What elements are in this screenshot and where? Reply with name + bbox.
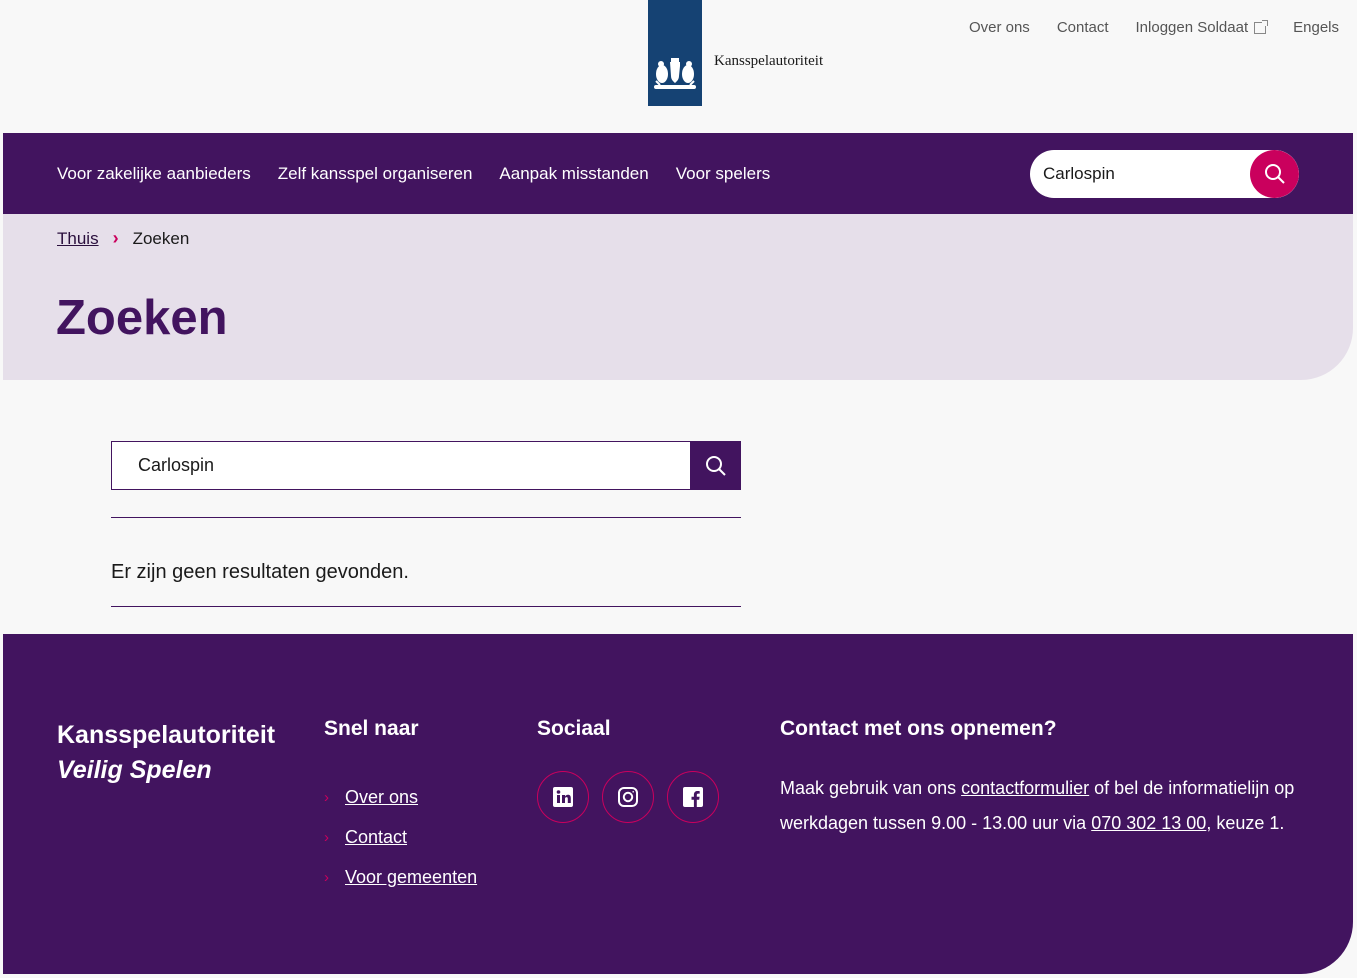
- service-link-inloggen-label: Inloggen Soldaat: [1135, 19, 1249, 36]
- linkedin-button[interactable]: [537, 771, 589, 823]
- nav-search-box: [1030, 150, 1299, 198]
- footer-social-title: Sociaal: [537, 717, 611, 740]
- coat-of-arms-icon: [654, 58, 696, 89]
- footer-link-item: › Contact: [324, 817, 477, 857]
- chevron-right-icon: ›: [324, 788, 329, 806]
- footer-link-contact[interactable]: Contact: [345, 827, 407, 848]
- service-navigation: Over ons Contact Inloggen Soldaat Engels: [969, 19, 1339, 36]
- nav-item-voor-spelers[interactable]: Voor spelers: [676, 164, 771, 184]
- main-navigation: Voor zakelijke aanbieders Zelf kansspel …: [3, 133, 1353, 214]
- footer-brand-name: Kansspelautoriteit: [57, 721, 276, 749]
- footer-brand-slogan: Veilig Spelen: [57, 756, 212, 784]
- contact-text-part-3: , keuze 1.: [1206, 812, 1285, 833]
- logo-wordmark[interactable]: Kansspelautoriteit: [714, 53, 823, 70]
- footer-link-item: › Over ons: [324, 777, 477, 817]
- phone-link[interactable]: 070 302 13 00: [1091, 813, 1206, 833]
- external-link-icon: [1254, 19, 1269, 34]
- nav-item-zakelijke-aanbieders[interactable]: Voor zakelijke aanbieders: [57, 164, 251, 184]
- facebook-icon: [683, 787, 703, 807]
- results-divider-top: [111, 517, 741, 518]
- service-link-over-ons[interactable]: Over ons: [969, 19, 1030, 36]
- contactformulier-link[interactable]: contactformulier: [961, 778, 1089, 798]
- nav-search-button[interactable]: [1250, 150, 1299, 198]
- breadcrumb-current: Zoeken: [132, 228, 190, 248]
- footer-contact-title: Contact met ons opnemen?: [780, 717, 1057, 740]
- footer-link-item: › Voor gemeenten: [324, 857, 477, 897]
- site-footer: Kansspelautoriteit Veilig Spelen Snel na…: [3, 634, 1353, 974]
- linkedin-icon: [553, 787, 573, 807]
- footer-quick-title: Snel naar: [324, 717, 419, 740]
- service-link-inloggen-soldaat[interactable]: Inloggen Soldaat: [1135, 19, 1269, 36]
- no-results-message: Er zijn geen resultaten gevonden.: [111, 561, 409, 583]
- nav-search-input[interactable]: [1030, 150, 1258, 198]
- top-header: Kansspelautoriteit Over ons Contact Inlo…: [0, 0, 1357, 133]
- rijksoverheid-logo[interactable]: [648, 0, 702, 106]
- nav-item-aanpak-misstanden[interactable]: Aanpak misstanden: [499, 164, 648, 184]
- search-submit-button[interactable]: [690, 441, 741, 490]
- page-title: Zoeken: [56, 291, 228, 345]
- results-divider-bottom: [111, 606, 741, 607]
- contact-text-part-1: Maak gebruik van ons: [780, 778, 962, 798]
- footer-brand: Kansspelautoriteit Veilig Spelen: [57, 718, 275, 788]
- page-hero: Thuis › Zoeken Zoeken: [3, 214, 1353, 380]
- nav-item-zelf-kansspel[interactable]: Zelf kansspel organiseren: [278, 164, 473, 184]
- breadcrumb: Thuis › Zoeken: [57, 228, 189, 249]
- instagram-icon: [618, 787, 638, 807]
- footer-quick-links: › Over ons › Contact › Voor gemeenten: [324, 777, 477, 897]
- service-link-engels[interactable]: Engels: [1293, 19, 1339, 36]
- chevron-right-icon: ›: [324, 828, 329, 846]
- chevron-right-icon: ›: [324, 868, 329, 886]
- search-icon: [705, 455, 726, 476]
- service-link-contact[interactable]: Contact: [1057, 19, 1109, 36]
- footer-contact-text: Maak gebruik van ons contactformulier of…: [780, 771, 1320, 840]
- instagram-button[interactable]: [602, 771, 654, 823]
- footer-social-links: [537, 771, 719, 823]
- search-input[interactable]: [111, 441, 691, 490]
- search-icon: [1264, 164, 1285, 184]
- facebook-button[interactable]: [667, 771, 719, 823]
- footer-link-voor-gemeenten[interactable]: Voor gemeenten: [345, 867, 477, 888]
- search-form: [111, 441, 741, 490]
- chevron-right-icon: ›: [112, 228, 119, 248]
- footer-link-over-ons[interactable]: Over ons: [345, 787, 418, 808]
- breadcrumb-home[interactable]: Thuis: [57, 229, 99, 249]
